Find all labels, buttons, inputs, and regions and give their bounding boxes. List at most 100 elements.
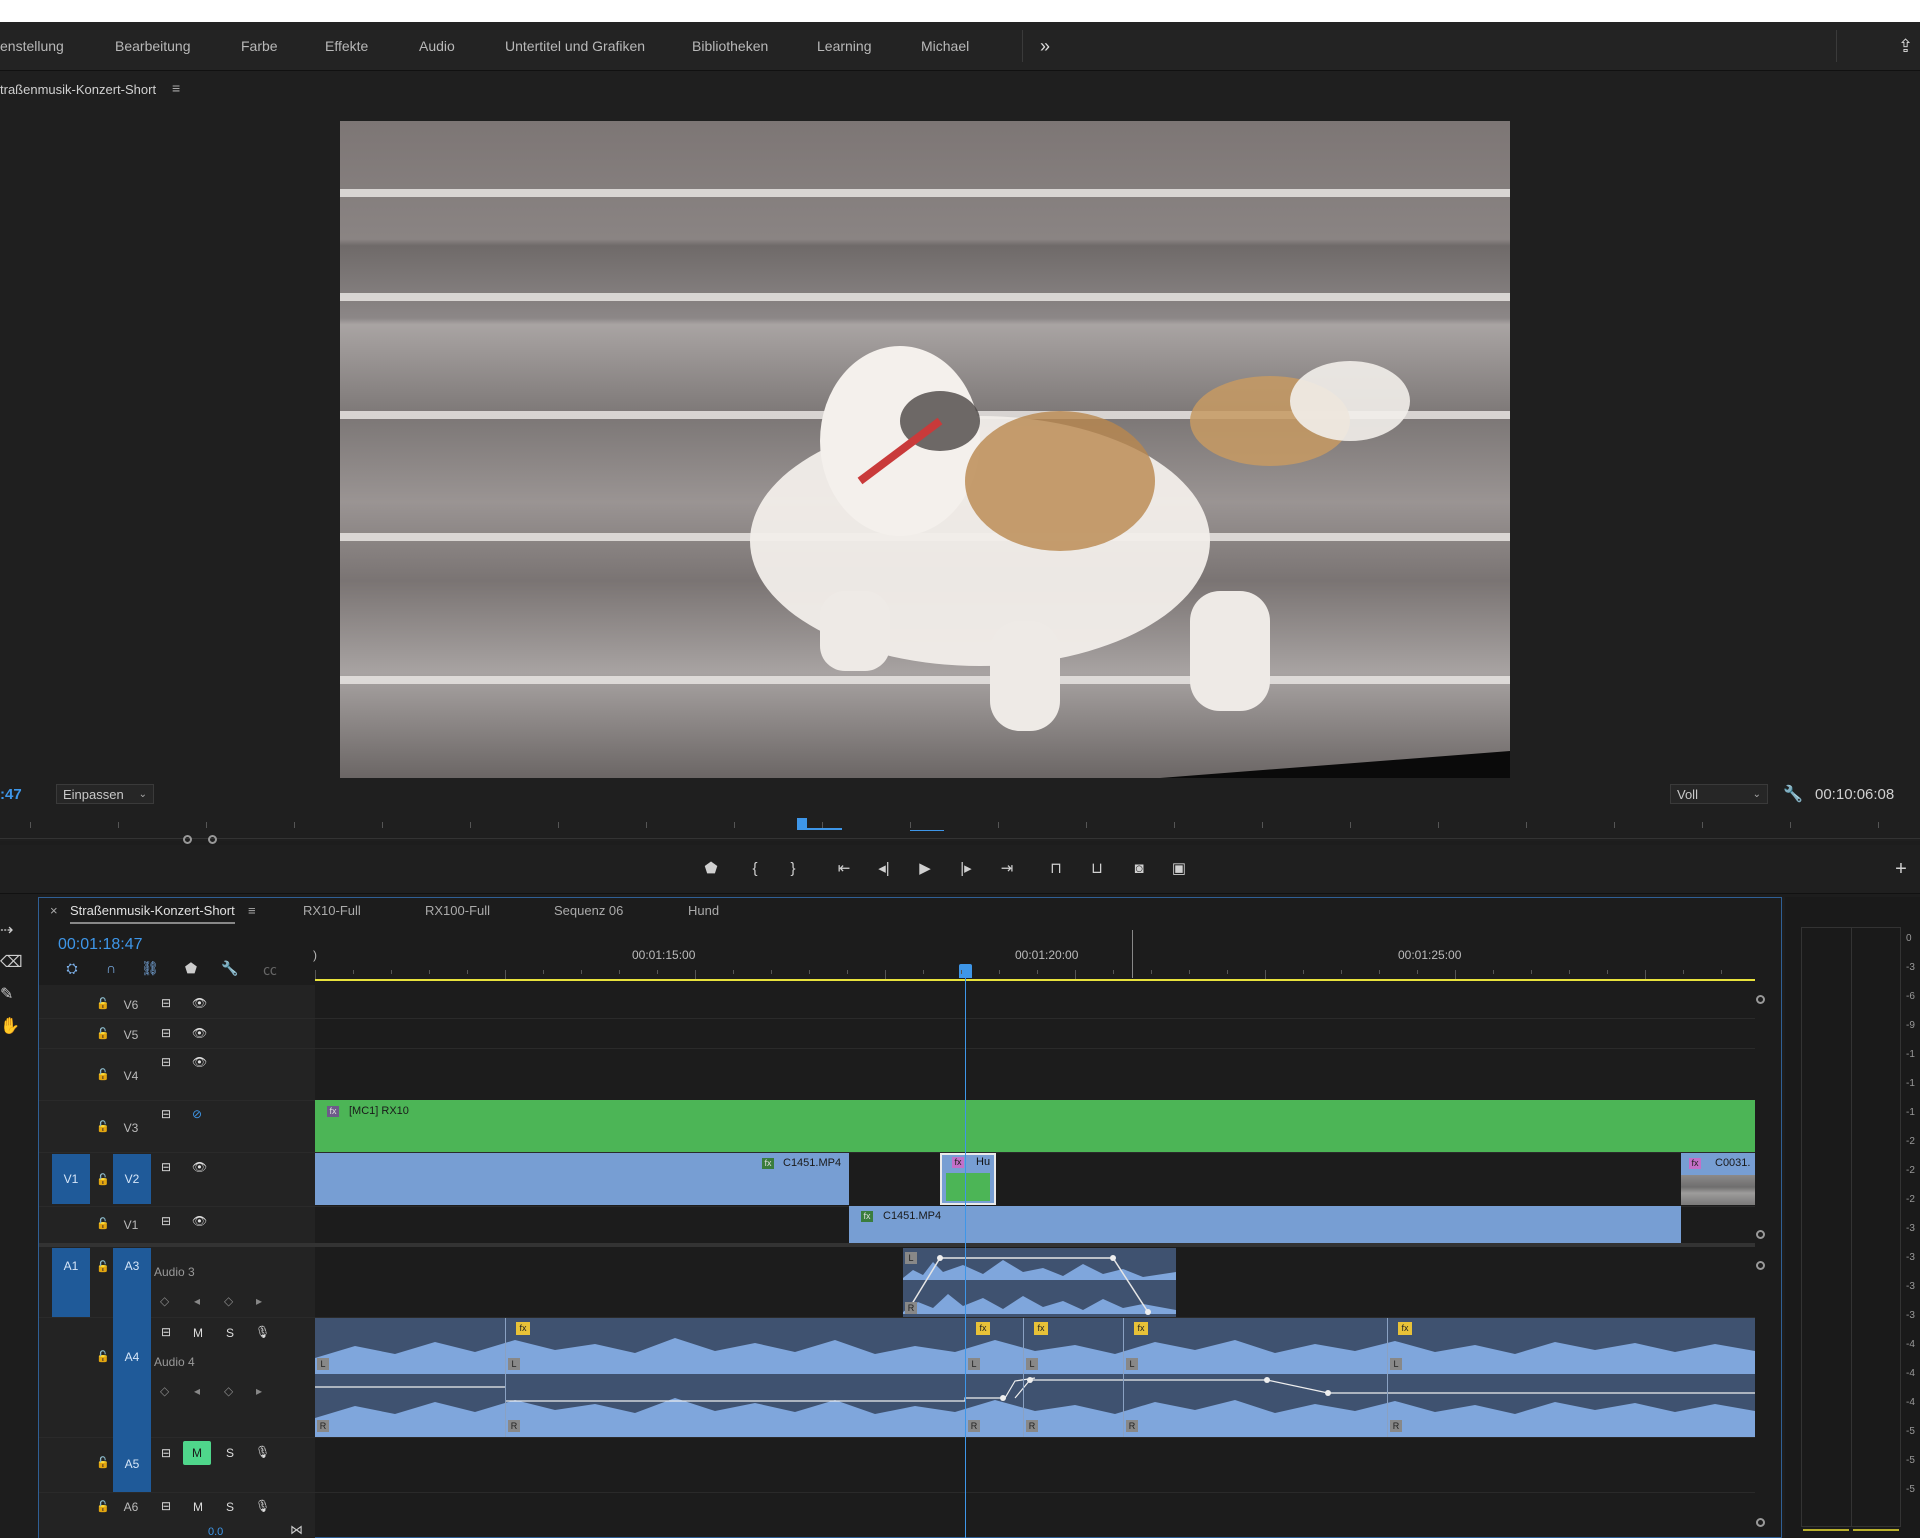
export-frame-icon[interactable]: ◙ — [1126, 856, 1152, 882]
microphone-icon[interactable]: 🎙 — [255, 1499, 270, 1513]
hand-tool-icon[interactable]: ✋ — [0, 1016, 20, 1036]
clip-v3-multicam[interactable]: fx [MC1] RX10 — [315, 1100, 1755, 1152]
nav-item-ausgabe[interactable]: enstellung — [0, 22, 64, 70]
settings-wrench-icon[interactable]: 🔧 — [1783, 784, 1803, 804]
sync-lock-icon[interactable]: ⊟ — [161, 996, 171, 1010]
tab-menu-icon[interactable]: ≡ — [248, 903, 256, 918]
eye-icon[interactable]: 👁 — [192, 1214, 207, 1228]
nav-item-audio[interactable]: Audio — [419, 22, 455, 70]
nav-item-bearbeitung[interactable]: Bearbeitung — [115, 22, 191, 70]
scroll-handle[interactable] — [1756, 1261, 1765, 1270]
master-volume-readout[interactable]: 0.0 — [208, 1526, 223, 1538]
track-select-tool-icon[interactable]: ⇢ — [0, 920, 13, 940]
share-icon[interactable]: ⇪ — [1898, 22, 1913, 70]
solo-button[interactable]: S — [226, 1446, 234, 1460]
scroll-handle[interactable] — [1756, 1230, 1765, 1239]
lock-icon[interactable]: 🔓 — [96, 1500, 110, 1513]
lock-icon[interactable]: 🔓 — [96, 1217, 110, 1230]
resolution-dropdown[interactable]: Voll ⌄ — [1670, 784, 1768, 804]
scroll-handle[interactable] — [1756, 1518, 1765, 1527]
audio-clip-a3[interactable]: L R — [903, 1248, 1176, 1317]
play-icon[interactable]: ▶ — [912, 856, 938, 882]
sync-lock-icon[interactable]: ⊟ — [161, 1026, 171, 1040]
microphone-icon[interactable]: 🎙 — [255, 1445, 270, 1459]
nav-item-learning[interactable]: Learning — [817, 22, 872, 70]
snap-icon[interactable]: ∩ — [101, 960, 121, 976]
lock-icon[interactable]: 🔓 — [96, 997, 110, 1010]
nav-overflow-button[interactable]: » — [1040, 22, 1050, 70]
track-target-a4[interactable]: A4 — [113, 1317, 151, 1437]
monitor-mini-timeline[interactable] — [0, 818, 1920, 839]
lock-icon[interactable]: 🔓 — [96, 1173, 110, 1186]
eye-icon[interactable]: 👁 — [192, 1026, 207, 1040]
extract-icon[interactable]: ⊔ — [1084, 856, 1110, 882]
eye-icon[interactable]: 👁 — [192, 1055, 207, 1069]
nav-item-bibliotheken[interactable]: Bibliotheken — [692, 22, 768, 70]
go-to-out-icon[interactable]: ⇥ — [994, 856, 1020, 882]
audio-track-a4-clips[interactable]: fx fx fx fx fx L R L R L R L R L R L R — [315, 1318, 1755, 1437]
sync-lock-icon[interactable]: ⊟ — [161, 1055, 171, 1069]
sync-lock-icon[interactable]: ⊟ — [161, 1107, 171, 1121]
video-frame[interactable] — [340, 121, 1510, 778]
microphone-icon[interactable]: 🎙 — [255, 1325, 270, 1339]
video-audio-divider[interactable] — [39, 1243, 1755, 1247]
linked-selection-icon[interactable]: ⛓ — [140, 960, 160, 977]
work-area-bar[interactable] — [315, 979, 1755, 981]
eye-icon[interactable]: 👁 — [192, 996, 207, 1010]
tab-sequence-06[interactable]: Sequenz 06 — [554, 903, 623, 918]
mark-out-icon[interactable]: } — [780, 856, 806, 882]
timeline-end-icon[interactable]: ⋈ — [290, 1522, 303, 1538]
sync-lock-icon[interactable]: ⊟ — [161, 1446, 171, 1460]
fit-dropdown[interactable]: Einpassen ⌄ — [56, 784, 154, 804]
sync-lock-icon[interactable]: ⊟ — [161, 1160, 171, 1174]
mark-in-icon[interactable]: { — [742, 856, 768, 882]
lock-icon[interactable]: 🔓 — [96, 1260, 110, 1273]
prev-keyframe-icon[interactable]: ◂ — [194, 1384, 200, 1398]
timeline-timecode[interactable]: 00:01:18:47 — [58, 936, 143, 954]
step-back-icon[interactable]: ◂| — [871, 856, 897, 882]
tab-sequence-rx10[interactable]: RX10-Full — [303, 903, 361, 918]
razor-tool-icon[interactable]: ⌫ — [0, 952, 23, 972]
volume-rubberband[interactable] — [903, 1248, 1176, 1317]
comparison-view-icon[interactable]: ▣ — [1166, 856, 1192, 882]
track-target-a5[interactable]: A5 — [113, 1437, 151, 1492]
track-target-v2[interactable]: V2 — [113, 1154, 151, 1204]
solo-button[interactable]: S — [226, 1326, 234, 1340]
monitor-title[interactable]: traßenmusik-Konzert-Short — [0, 82, 156, 97]
eye-hidden-icon[interactable]: ⊘ — [192, 1107, 202, 1121]
tab-sequence-strassenmusik[interactable]: Straßenmusik-Konzert-Short — [70, 903, 235, 924]
prev-keyframe-icon[interactable]: ◂ — [194, 1294, 200, 1308]
zoom-handle-left[interactable] — [183, 835, 192, 844]
nav-item-farbe[interactable]: Farbe — [241, 22, 278, 70]
clip-v2-hund[interactable]: fx Hu — [940, 1153, 996, 1205]
sync-lock-icon[interactable]: ⊟ — [161, 1214, 171, 1228]
mute-button[interactable]: M — [193, 1326, 203, 1340]
solo-button[interactable]: S — [226, 1500, 234, 1514]
zoom-handle-right[interactable] — [208, 835, 217, 844]
next-keyframe-icon[interactable]: ▸ — [256, 1384, 262, 1398]
mute-button-active[interactable]: M — [183, 1441, 211, 1465]
next-keyframe-icon[interactable]: ▸ — [256, 1294, 262, 1308]
nav-item-untertitel[interactable]: Untertitel und Grafiken — [505, 22, 645, 70]
clip-v2-c0031[interactable]: fx C0031. — [1681, 1153, 1755, 1205]
monitor-playhead-handle[interactable] — [797, 818, 807, 828]
source-patch-v1[interactable]: V1 — [52, 1154, 90, 1204]
add-marker-icon[interactable]: ⬟ — [181, 960, 201, 977]
lock-icon[interactable]: 🔓 — [96, 1027, 110, 1040]
nav-item-michael[interactable]: Michael — [921, 22, 969, 70]
lock-icon[interactable]: 🔓 — [96, 1068, 110, 1081]
tab-close-icon[interactable]: × — [50, 903, 58, 918]
scroll-handle[interactable] — [1756, 995, 1765, 1004]
timeline-settings-icon[interactable]: 🔧 — [220, 960, 240, 977]
keyframe-toggle-icon[interactable]: ◇ — [160, 1384, 169, 1398]
monitor-playhead-timecode[interactable]: :47 — [0, 786, 22, 803]
nest-toggle-icon[interactable]: ⛭ — [62, 960, 82, 977]
mute-button[interactable]: M — [193, 1500, 203, 1514]
tab-sequence-hund[interactable]: Hund — [688, 903, 719, 918]
monitor-menu-icon[interactable]: ≡ — [172, 80, 180, 96]
tab-sequence-rx100[interactable]: RX100-Full — [425, 903, 490, 918]
playhead-line[interactable] — [965, 970, 966, 1538]
lift-icon[interactable]: ⊓ — [1043, 856, 1069, 882]
clip-v1-c1451[interactable]: fx C1451.MP4 — [849, 1206, 1681, 1243]
source-patch-a1[interactable]: A1 — [52, 1248, 90, 1317]
